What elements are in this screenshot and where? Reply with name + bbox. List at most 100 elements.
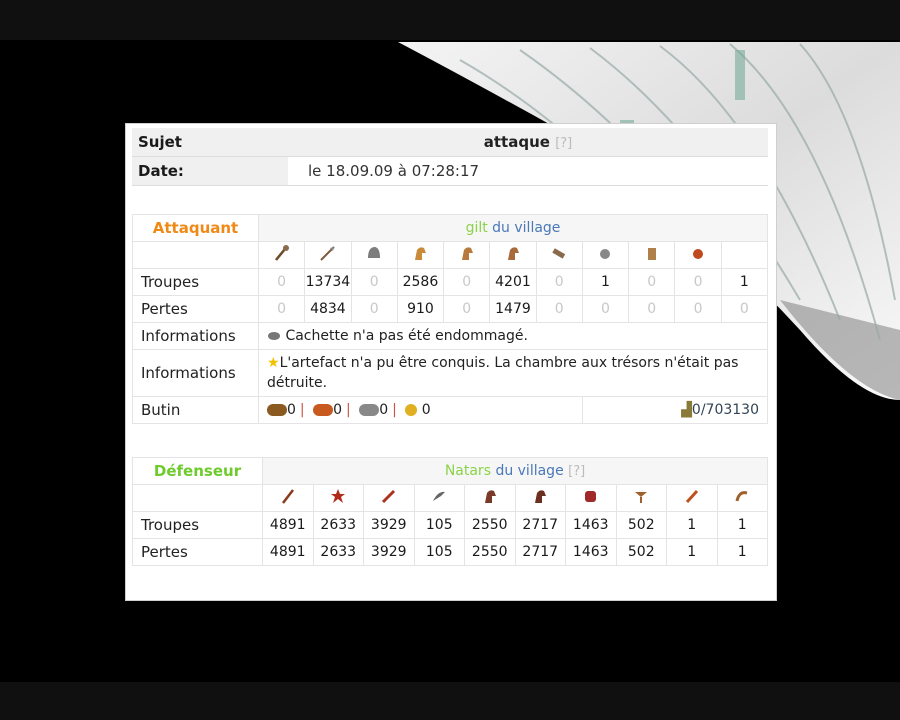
chief-icon xyxy=(628,241,676,269)
thorned-warrior-icon xyxy=(312,484,364,512)
troop-count: 502 xyxy=(615,511,667,539)
separator: | xyxy=(346,402,351,418)
empty-cell xyxy=(132,484,263,512)
info-label: Informations xyxy=(132,349,259,397)
ballista-icon xyxy=(615,484,667,512)
carry-icon: ▟ xyxy=(681,402,692,418)
loss-count: 0 xyxy=(581,295,630,323)
troop-count: 2717 xyxy=(514,511,566,539)
troop-count: 3929 xyxy=(363,511,415,539)
helmet-icon xyxy=(350,241,398,269)
troop-count: 1 xyxy=(581,268,630,296)
ram-icon xyxy=(535,241,583,269)
attacker-title: gilt du village xyxy=(258,214,768,242)
troop-count: 2550 xyxy=(464,511,516,539)
attacker-troops-row: Troupes 0 13734 0 2586 0 4201 0 1 0 0 1 xyxy=(132,268,769,296)
loss-count: 0 xyxy=(350,295,398,323)
troop-count: 0 xyxy=(257,268,306,296)
troop-count: 13734 xyxy=(304,268,352,296)
loss-count: 2550 xyxy=(464,538,516,566)
crop-icon xyxy=(405,404,418,416)
defender-village-link[interactable]: du village xyxy=(495,463,563,479)
attacker-losses-label: Pertes xyxy=(132,295,259,323)
defender-help-link[interactable]: [?] xyxy=(568,464,585,479)
spear-icon xyxy=(304,241,352,269)
lumber-amount: 0 xyxy=(287,402,296,418)
bounty-row: Butin 0 | 0 | 0 | 0 ▟0/703130 xyxy=(132,396,769,424)
loss-count: 0 xyxy=(628,295,676,323)
date-label: Date: xyxy=(132,156,288,186)
separator: | xyxy=(392,402,397,418)
defender-title: Natars du village [?] xyxy=(262,457,768,485)
horse-icon xyxy=(464,484,516,512)
troop-count: 4201 xyxy=(489,268,537,296)
elephant-icon xyxy=(565,484,617,512)
troop-count: 0 xyxy=(674,268,722,296)
report-header: Sujet attaque [?] Date: le 18.09.09 à 07… xyxy=(132,128,768,186)
loss-count: 2717 xyxy=(514,538,566,566)
separator: | xyxy=(299,402,305,418)
horse-icon xyxy=(443,241,491,269)
empty-cell xyxy=(132,241,259,269)
info-row-artefact: Informations ★L'artefact n'a pu être con… xyxy=(132,349,768,397)
loss-count: 0 xyxy=(443,295,491,323)
lumber-icon xyxy=(267,404,287,416)
defender-table: Défenseur Natars du village [?] Troupes … xyxy=(132,457,768,566)
subject-text: attaque xyxy=(483,133,550,151)
loss-count: 4834 xyxy=(304,295,352,323)
loss-count: 502 xyxy=(615,538,667,566)
troop-count: 1 xyxy=(720,268,769,296)
hero-icon xyxy=(720,241,769,269)
horse-icon xyxy=(396,241,445,269)
star-icon: ★ xyxy=(267,355,280,371)
defender-losses-row: Pertes 4891 2633 3929 105 2550 2717 1463… xyxy=(132,538,768,566)
attacker-player-link[interactable]: gilt xyxy=(466,220,488,236)
pikeman-icon xyxy=(262,484,314,512)
subject-help-link[interactable]: [?] xyxy=(555,136,572,151)
loss-count: 1463 xyxy=(565,538,617,566)
troop-count: 2633 xyxy=(312,511,364,539)
defender-troops-row: Troupes 4891 2633 3929 105 2550 2717 146… xyxy=(132,511,768,539)
club-icon xyxy=(257,241,306,269)
defender-unit-icons-row xyxy=(132,484,768,512)
info-text: L'artefact n'a pu être conquis. La chamb… xyxy=(267,355,739,391)
attacker-village-link[interactable]: du village xyxy=(492,220,560,236)
troop-count: 1 xyxy=(716,511,768,539)
attacker-losses-row: Pertes 0 4834 0 910 0 1479 0 0 0 0 0 xyxy=(132,295,769,323)
defender-losses-label: Pertes xyxy=(132,538,263,566)
info-label: Informations xyxy=(132,322,259,350)
horse-icon xyxy=(489,241,537,269)
loss-count: 0 xyxy=(720,295,769,323)
iron-amount: 0 xyxy=(379,402,389,418)
loss-count: 3929 xyxy=(363,538,415,566)
troop-count: 1463 xyxy=(565,511,617,539)
horse-icon xyxy=(514,484,566,512)
subject-value: attaque [?] xyxy=(288,128,768,157)
attacker-role: Attaquant xyxy=(132,214,259,242)
defender-role: Défenseur xyxy=(132,457,263,485)
troop-count: 0 xyxy=(628,268,676,296)
troop-count: 2586 xyxy=(396,268,445,296)
subject-label: Sujet xyxy=(132,128,288,157)
report-panel: Sujet attaque [?] Date: le 18.09.09 à 07… xyxy=(125,123,777,601)
attacker-table: Attaquant gilt du village Troupes 0 1373… xyxy=(132,214,769,424)
troop-count: 0 xyxy=(535,268,583,296)
loss-count: 105 xyxy=(413,538,465,566)
loss-count: 0 xyxy=(674,295,722,323)
loss-count: 4891 xyxy=(262,538,314,566)
bounty-label: Butin xyxy=(132,396,259,424)
crop-amount: 0 xyxy=(421,402,431,418)
loss-count: 910 xyxy=(396,295,445,323)
defender-player-link[interactable]: Natars xyxy=(445,463,491,479)
clay-icon xyxy=(313,404,334,416)
defender-troops-label: Troupes xyxy=(132,511,263,539)
troop-count: 4891 xyxy=(262,511,314,539)
bird-icon xyxy=(413,484,465,512)
troop-count: 0 xyxy=(443,268,491,296)
date-value: le 18.09.09 à 07:28:17 xyxy=(288,156,768,186)
catapult-icon xyxy=(581,241,630,269)
troop-count: 0 xyxy=(350,268,398,296)
attacker-unit-icons-row xyxy=(132,241,769,269)
prince-icon xyxy=(666,484,718,512)
settler-icon xyxy=(674,241,722,269)
